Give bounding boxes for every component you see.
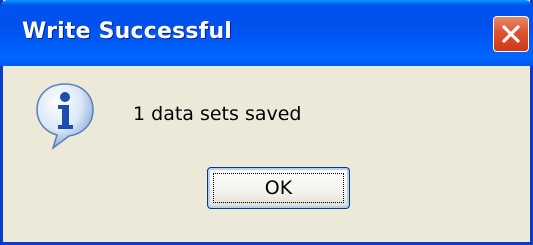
info-icon [36, 83, 94, 150]
ok-button-label: OK [264, 177, 293, 199]
ok-button[interactable]: OK [207, 167, 350, 209]
title-bar[interactable]: Write Successful [0, 0, 533, 66]
dialog-title: Write Successful [22, 19, 233, 44]
dialog-window: Write Successful 1 data sets saved OK [0, 0, 533, 245]
close-icon [502, 25, 520, 43]
close-button[interactable] [493, 16, 529, 52]
message-text: 1 data sets saved [133, 103, 302, 125]
